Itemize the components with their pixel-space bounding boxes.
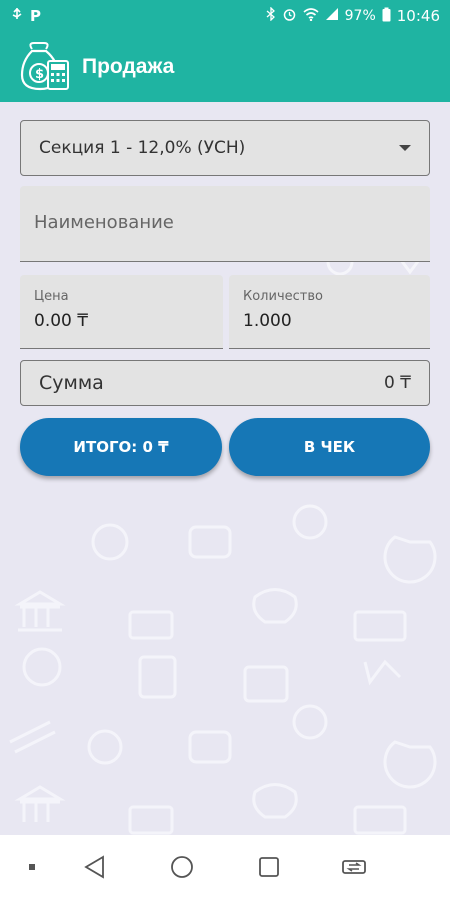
svg-text:$: $ [35, 67, 44, 82]
switch-app-icon[interactable] [340, 853, 368, 881]
section-select-value: Секция 1 - 12,0% (УСН) [39, 138, 246, 158]
status-right-icons: 97% 10:46 [266, 6, 440, 26]
quantity-value: 1.000 [243, 311, 292, 331]
price-label: Цена [34, 289, 69, 304]
dot-icon[interactable] [18, 853, 46, 881]
status-left-icons: P [10, 7, 41, 25]
total-button[interactable]: ИТОГО: 0 ₸ [20, 418, 222, 476]
battery-percent: 97% [344, 8, 376, 24]
app-bar: $ Продажа [0, 32, 450, 102]
name-input-placeholder: Наименование [34, 212, 174, 233]
price-value: 0.00 ₸ [34, 311, 89, 331]
alarm-icon [282, 7, 297, 26]
battery-icon [382, 7, 391, 26]
section-select[interactable]: Секция 1 - 12,0% (УСН) [20, 120, 430, 176]
sum-label: Сумма [39, 372, 104, 394]
add-to-check-button[interactable]: В ЧЕК [229, 418, 430, 476]
system-nav-bar [0, 835, 450, 900]
dropdown-arrow-icon [399, 145, 411, 151]
recents-icon[interactable] [255, 853, 283, 881]
name-input[interactable]: Наименование [20, 186, 430, 262]
back-icon[interactable] [80, 853, 108, 881]
sum-value: 0 ₸ [383, 373, 411, 393]
signal-icon [325, 7, 339, 25]
bluetooth-icon [266, 6, 276, 25]
price-input[interactable]: Цена 0.00 ₸ [20, 275, 223, 349]
usb-icon [10, 7, 24, 25]
wifi-icon [303, 7, 319, 25]
home-icon[interactable] [168, 853, 196, 881]
quantity-label: Количество [243, 289, 323, 304]
quantity-input[interactable]: Количество 1.000 [229, 275, 430, 349]
p-icon: P [30, 7, 41, 25]
status-time: 10:46 [396, 7, 440, 25]
status-bar: P 97% 10:46 [0, 0, 450, 32]
sum-field: Сумма 0 ₸ [20, 360, 430, 406]
page-title: Продажа [82, 55, 175, 78]
money-bag-calculator-icon: $ [18, 39, 74, 95]
